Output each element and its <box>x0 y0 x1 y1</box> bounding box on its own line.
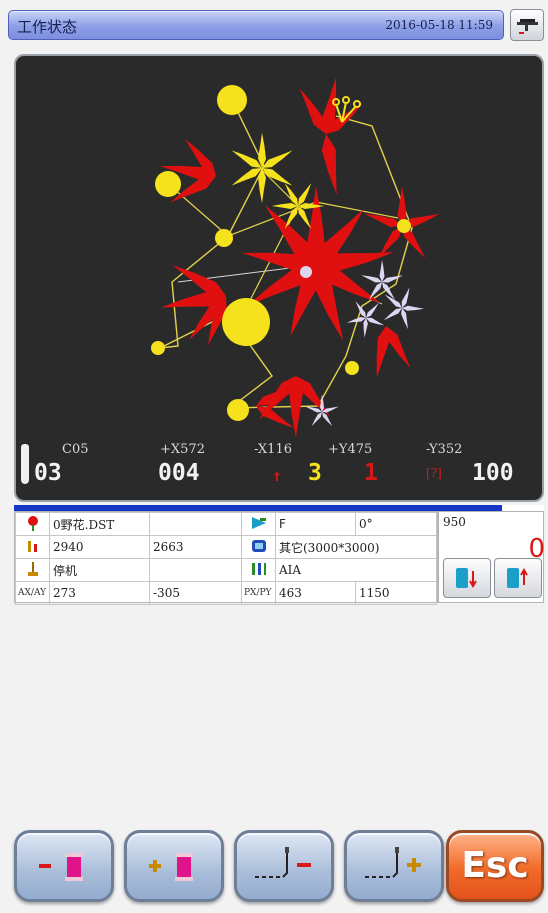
x-minus-readout: -X116 <box>254 442 292 457</box>
embroidery-preview: C05 +X572 -X116 +Y475 -Y352 03 004 ↑ 3 1… <box>14 54 544 502</box>
stitch-back-button[interactable] <box>234 830 334 902</box>
spool-plus-icon <box>149 853 193 881</box>
stitch-icon <box>15 535 50 559</box>
frame-back-button[interactable] <box>443 558 491 598</box>
stitch-forward-icon <box>365 847 421 878</box>
table-row: 停机 AIA <box>15 558 437 582</box>
px-value: 463 <box>275 581 356 605</box>
frame-mode: F <box>275 512 356 536</box>
total-stitches: 2940 <box>49 535 150 559</box>
esc-label: Esc <box>461 845 529 886</box>
datetime-display: 2016-05-18 11:59 <box>385 18 493 32</box>
speed-value: 100 <box>472 460 514 486</box>
thread-cut-icon <box>517 19 538 34</box>
file-extra <box>149 512 242 536</box>
frame-forward-button[interactable] <box>494 558 542 598</box>
counter-panel: 950 0 <box>438 511 545 603</box>
px-py-label: PX/PY <box>241 581 276 605</box>
stitch-back-icon <box>255 847 311 878</box>
table-row: 2940 2663 其它(3000*3000) <box>15 535 437 559</box>
esc-button[interactable]: Esc <box>446 830 544 902</box>
frame-back-icon <box>456 568 477 588</box>
speed-badge: [?] <box>426 466 442 480</box>
frame-angle: 0° <box>355 512 437 536</box>
machine-icon <box>15 558 50 582</box>
needle-plus-button[interactable] <box>124 830 224 902</box>
frame-forward-icon <box>507 568 528 588</box>
machine-status: 停机 <box>49 558 150 582</box>
table-row: AX/AY 273 -305 PX/PY 463 1150 <box>15 581 437 605</box>
y-minus-readout: -Y352 <box>426 442 463 457</box>
x-plus-readout: +X572 <box>160 442 205 457</box>
stitch-number: 004 <box>158 460 200 486</box>
frame-icon <box>241 512 276 536</box>
needle-bar-icon <box>241 558 276 582</box>
flower-icon <box>15 512 50 536</box>
ay-value: -305 <box>149 581 242 605</box>
thermometer-icon <box>21 444 29 484</box>
counter-value: 950 <box>443 515 466 529</box>
embroidery-design-image <box>151 76 442 438</box>
needle-number: 03 <box>34 460 62 486</box>
color-count: 3 <box>308 460 322 486</box>
y-plus-readout: +Y475 <box>328 442 373 457</box>
page-title: 工作状态 <box>17 18 78 36</box>
repeat-count: 1 <box>364 460 378 486</box>
stitch-forward-button[interactable] <box>344 830 444 902</box>
ax-ay-label: AX/AY <box>15 581 50 605</box>
info-table: 0野花.DST F 0° 2940 2663 其它(3000*3000) 停机 … <box>14 511 438 605</box>
current-stitch: 2663 <box>149 535 242 559</box>
py-value: 1150 <box>355 581 437 605</box>
title-bar: 工作状态 2016-05-18 11:59 <box>8 10 504 40</box>
needle-code-readout: C05 <box>62 442 89 457</box>
needle-mode: AIA <box>275 558 437 582</box>
file-name: 0野花.DST <box>49 512 150 536</box>
menu-button[interactable] <box>510 9 544 41</box>
hoop-size: 其它(3000*3000) <box>275 535 437 559</box>
machine-extra <box>149 558 242 582</box>
ax-value: 273 <box>49 581 150 605</box>
table-row: 0野花.DST F 0° <box>15 512 437 536</box>
spool-minus-icon <box>39 853 83 881</box>
count-marker: ↑ <box>272 466 282 485</box>
hoop-icon <box>241 535 276 559</box>
needle-minus-button[interactable] <box>14 830 114 902</box>
